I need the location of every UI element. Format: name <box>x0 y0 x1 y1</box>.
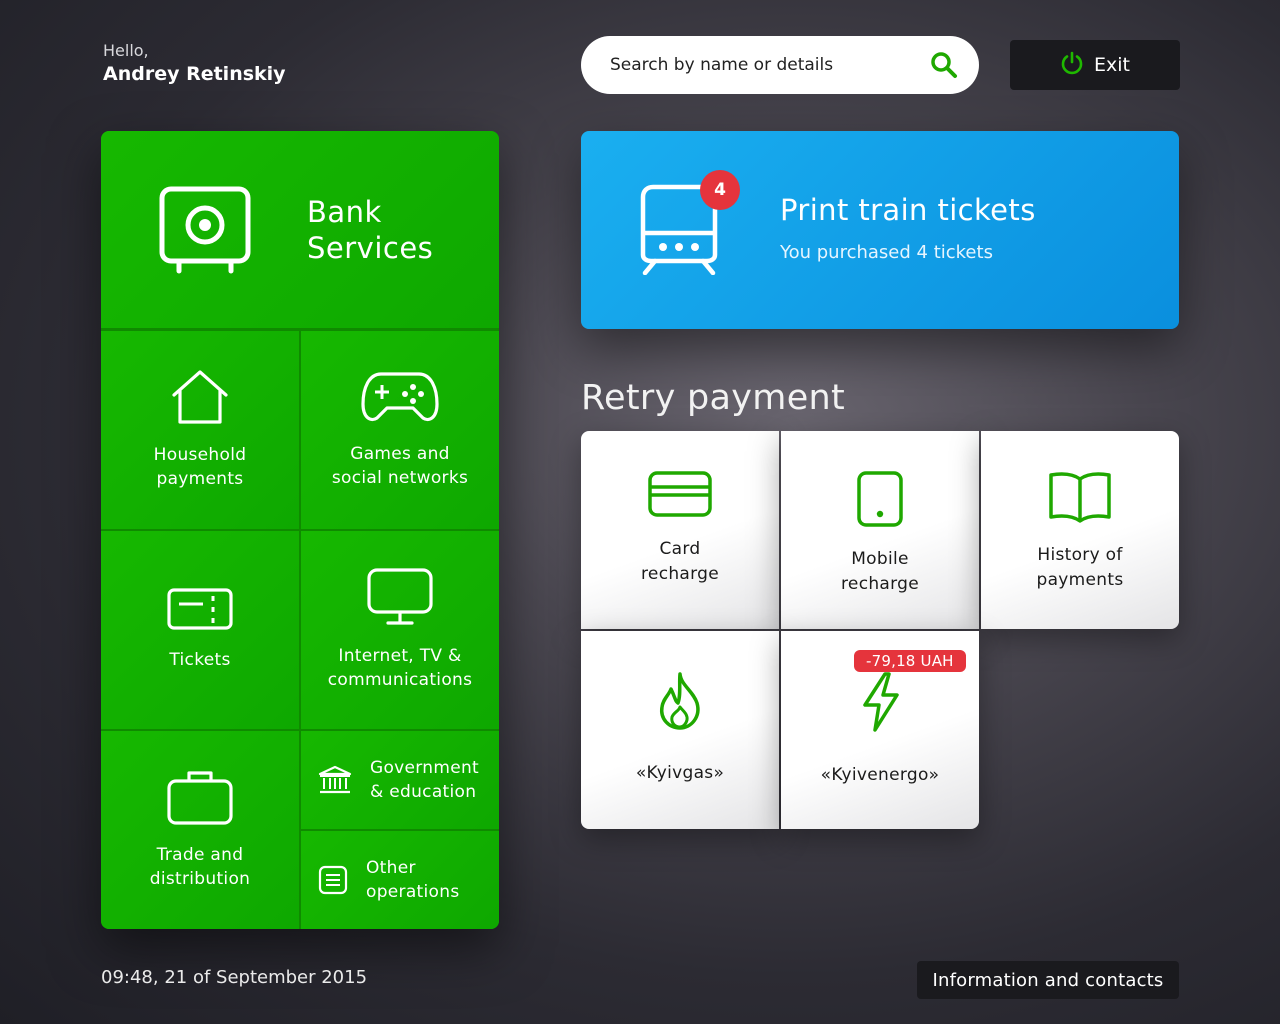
games-label: Games and social networks <box>331 444 469 488</box>
phone-icon <box>857 471 903 527</box>
trade-label: Trade and distribution <box>149 845 251 889</box>
kyivgas-label: «Kyivgas» <box>635 763 725 783</box>
train-card-subtitle: You purchased 4 tickets <box>780 242 993 263</box>
gamepad-icon <box>361 372 439 422</box>
search-icon[interactable] <box>929 50 959 80</box>
search-input[interactable] <box>610 55 929 75</box>
user-name: Andrey Retinskiy <box>103 63 286 85</box>
tickets-label: Tickets <box>169 650 231 670</box>
card-recharge-label: Card recharge <box>641 539 719 584</box>
history-of-payments-tile[interactable]: History of payments <box>981 431 1179 629</box>
house-icon <box>172 370 228 424</box>
internet-tv-label: Internet, TV & communications <box>327 646 473 690</box>
debt-badge: -79,18 UAH <box>854 650 966 672</box>
exit-label: Exit <box>1094 54 1130 76</box>
mobile-recharge-label: Mobile recharge <box>841 549 919 594</box>
mobile-recharge-tile[interactable]: Mobile recharge <box>781 431 979 629</box>
exit-button[interactable]: Exit <box>1010 40 1180 90</box>
government-label: Government & education <box>370 758 480 802</box>
kyivenergo-label: «Kyivenergo» <box>820 765 940 785</box>
train-card-title: Print train tickets <box>780 193 1036 227</box>
lightning-icon <box>863 672 899 732</box>
kyivgas-tile[interactable]: «Kyivgas» <box>581 631 779 829</box>
information-contacts-label: Information and contacts <box>932 969 1164 991</box>
categories-panel: Bank Services Household payments Games a… <box>101 131 499 929</box>
other-operations-tile[interactable]: Other operations <box>301 831 499 929</box>
print-train-tickets-card[interactable]: 4 Print train tickets You purchased 4 ti… <box>581 131 1179 329</box>
internet-tv-tile[interactable]: Internet, TV & communications <box>301 531 499 729</box>
tickets-tile[interactable]: Tickets <box>101 531 299 729</box>
greeting-hello: Hello, <box>103 41 149 60</box>
household-payments-tile[interactable]: Household payments <box>101 331 299 529</box>
credit-card-icon <box>648 471 712 517</box>
bank-services-label: Bank Services <box>307 194 434 265</box>
bank-building-icon <box>318 765 352 794</box>
ticket-icon <box>167 588 233 630</box>
information-contacts-button[interactable]: Information and contacts <box>917 961 1179 999</box>
retry-payment-title: Retry payment <box>581 378 846 418</box>
briefcase-icon <box>167 771 233 825</box>
list-icon <box>318 865 348 895</box>
games-tile[interactable]: Games and social networks <box>301 331 499 529</box>
ticket-count-badge: 4 <box>700 170 740 210</box>
datetime: 09:48, 21 of September 2015 <box>101 967 368 988</box>
government-tile[interactable]: Government & education <box>301 731 499 829</box>
retry-payment-grid: Card recharge Mobile recharge History of… <box>581 431 1179 829</box>
flame-icon <box>660 672 700 730</box>
power-icon <box>1060 51 1084 80</box>
household-payments-label: Household payments <box>153 445 247 489</box>
bank-services-tile[interactable]: Bank Services <box>101 131 499 328</box>
kyivenergo-tile[interactable]: -79,18 UAH «Kyivenergo» <box>781 631 979 829</box>
history-of-payments-label: History of payments <box>1036 545 1124 590</box>
monitor-icon <box>367 568 433 625</box>
card-recharge-tile[interactable]: Card recharge <box>581 431 779 629</box>
search-bar[interactable] <box>581 36 979 94</box>
safe-icon <box>159 186 251 273</box>
greeting: Hello, Andrey Retinskiy <box>103 41 286 85</box>
trade-tile[interactable]: Trade and distribution <box>101 731 299 929</box>
other-operations-label: Other operations <box>366 858 460 902</box>
book-icon <box>1049 472 1111 523</box>
